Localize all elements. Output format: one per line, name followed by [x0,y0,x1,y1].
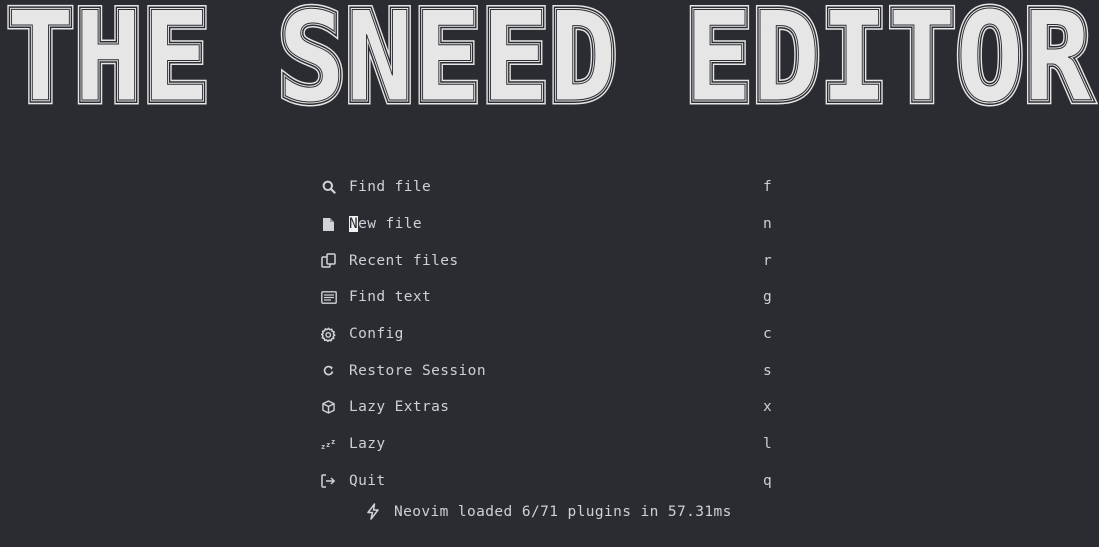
package-icon [320,399,337,416]
menu-label: Quit [349,472,386,489]
svg-text:z: z [326,441,330,449]
sleep-icon: z z z [320,436,337,453]
menu-shortcut-key: l [763,436,772,453]
menu-label: Restore Session [349,362,486,379]
menu-label: Recent files [349,252,459,269]
text-cursor: N [349,216,359,233]
startup-stats: Neovim loaded 6/71 plugins in 57.31ms [365,503,732,520]
menu-label: Lazy [349,436,386,453]
menu-shortcut-key: f [763,179,772,196]
file-icon [320,216,337,233]
lightning-icon [365,503,382,520]
menu-item-recent-files[interactable]: Recent files r [320,242,780,279]
search-icon [320,179,337,196]
text-search-icon [320,289,337,306]
menu-shortcut-key: q [763,472,772,489]
ascii-banner: THE SNEED EDITOR THE SNEED EDITOR THE SN… [0,0,1099,130]
svg-text:z: z [331,438,335,446]
menu-item-lazy[interactable]: z z z Lazy l [320,426,780,463]
menu-item-find-file[interactable]: Find file f [320,169,780,206]
menu-item-restore-session[interactable]: Restore Session s [320,352,780,389]
menu-label: New file [349,216,423,233]
menu-label: Find file [349,179,432,196]
banner-title: THE SNEED EDITOR [7,0,1092,130]
menu-shortcut-key: g [763,289,772,306]
restore-icon [320,362,337,379]
startup-stats-text: Neovim loaded 6/71 plugins in 57.31ms [394,503,732,520]
menu-item-lazy-extras[interactable]: Lazy Extras x [320,389,780,426]
menu-item-new-file[interactable]: New file n [320,206,780,243]
logout-icon [320,472,337,489]
menu-shortcut-key: r [763,252,772,269]
menu-label: Find text [349,289,432,306]
files-icon [320,252,337,269]
menu-shortcut-key: s [763,362,772,379]
svg-text:z: z [321,443,325,450]
menu-shortcut-key: x [763,399,772,416]
menu-label: Config [349,326,404,343]
menu-item-quit[interactable]: Quit q [320,463,780,500]
menu-shortcut-key: n [763,216,772,233]
menu-shortcut-key: c [763,326,772,343]
menu-label: Lazy Extras [349,399,450,416]
menu-item-find-text[interactable]: Find text g [320,279,780,316]
dashboard-menu: Find file f New file n Recent files r Fi… [320,169,780,499]
banner-art: THE SNEED EDITOR THE SNEED EDITOR THE SN… [2,0,1096,130]
gear-icon [320,326,337,343]
menu-item-config[interactable]: Config c [320,316,780,353]
